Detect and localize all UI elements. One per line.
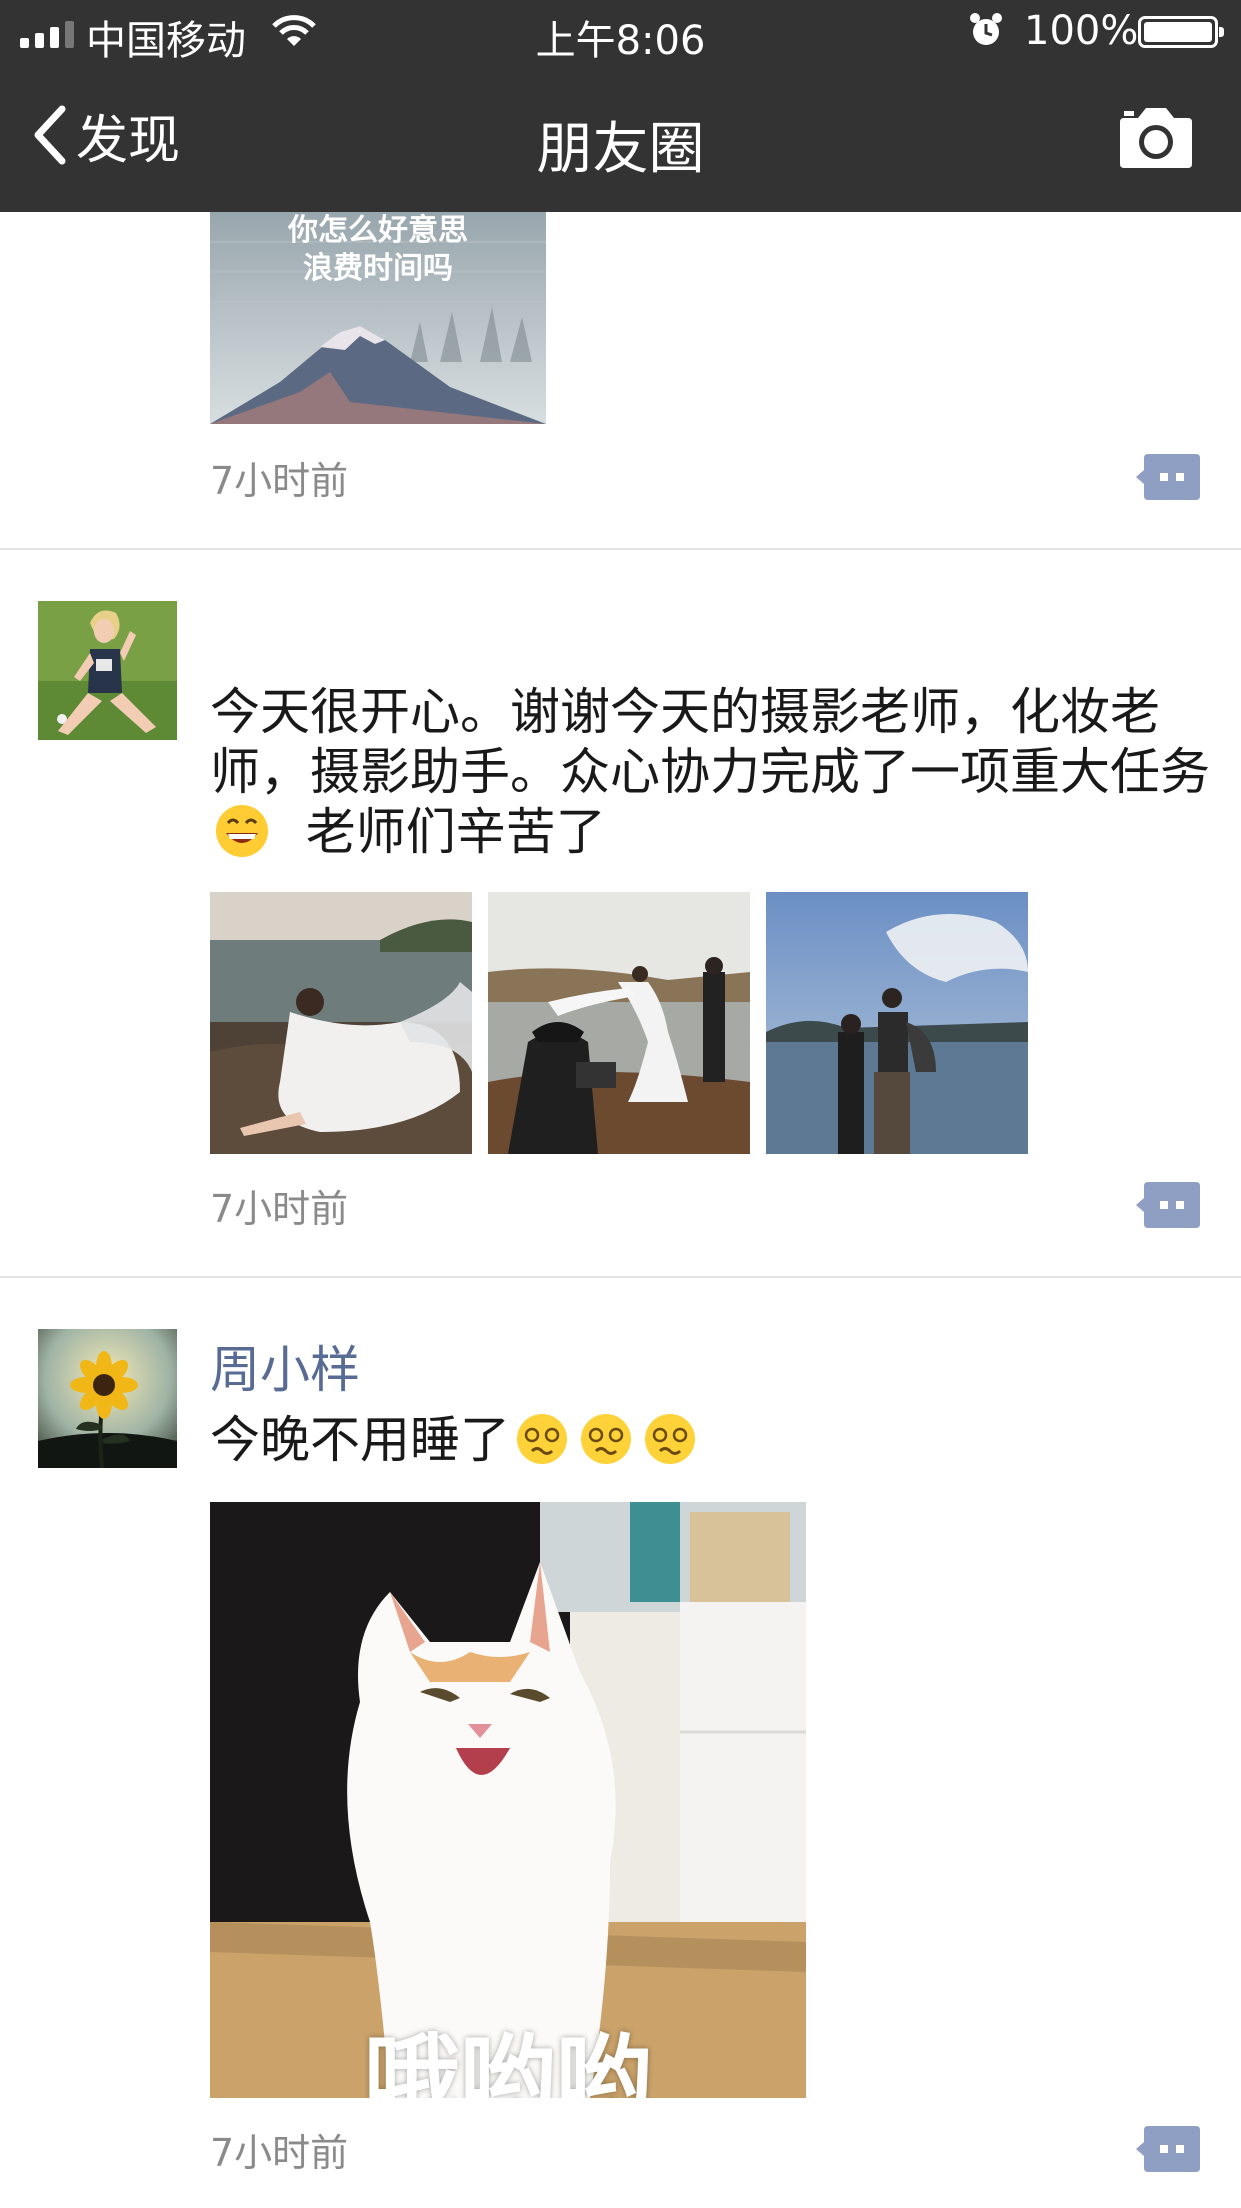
image-caption: 你怎么好意思 浪费时间吗 bbox=[210, 212, 546, 288]
alarm-icon bbox=[968, 12, 1004, 58]
avatar[interactable] bbox=[38, 601, 177, 740]
post-username[interactable]: 周小样 bbox=[210, 1330, 360, 1402]
post-time: 7小时前 bbox=[210, 1187, 349, 1231]
avatar[interactable] bbox=[38, 1329, 177, 1468]
dizzy-emoji bbox=[642, 1411, 698, 1467]
camera-icon bbox=[1120, 108, 1192, 168]
post-time: 7小时前 bbox=[210, 2131, 349, 2175]
post-image-mountain[interactable]: 你怎么好意思 浪费时间吗 bbox=[210, 212, 546, 424]
comment-button[interactable] bbox=[1136, 1182, 1200, 1228]
comment-icon bbox=[1136, 454, 1200, 500]
post-photo[interactable] bbox=[488, 892, 750, 1154]
post-text-part: 老师们辛苦了 bbox=[305, 803, 606, 861]
post-photo[interactable] bbox=[766, 892, 1028, 1154]
comment-button[interactable] bbox=[1136, 454, 1200, 500]
post-divider bbox=[0, 1276, 1241, 1278]
status-bar: 中国移动 上午8:06 100% bbox=[0, 0, 1241, 64]
comment-button[interactable] bbox=[1136, 2126, 1200, 2172]
image-caption-line: 浪费时间吗 bbox=[303, 251, 453, 286]
image-caption-line: 你怎么好意思 bbox=[288, 213, 468, 248]
post-photo[interactable] bbox=[210, 892, 472, 1154]
comment-icon bbox=[1136, 1182, 1200, 1228]
battery-percent: 100% bbox=[1024, 8, 1139, 54]
comment-icon bbox=[1136, 2126, 1200, 2172]
camera-button[interactable] bbox=[1116, 104, 1196, 172]
post-text: 今天很开心。谢谢今天的摄影老师，化妆老师，摄影助手。众心协力完成了一项重大任务 … bbox=[210, 682, 1210, 862]
page-title: 朋友圈 bbox=[536, 117, 705, 182]
moments-feed: 你怎么好意思 浪费时间吗 7小时前 今天很开心。谢谢今天的摄影老师，化妆老师，摄… bbox=[0, 212, 1241, 2208]
post-image-cat[interactable]: 哦哟哟 bbox=[210, 1502, 806, 2098]
dizzy-emoji bbox=[578, 1411, 634, 1467]
post-divider bbox=[0, 548, 1241, 550]
grin-emoji bbox=[214, 803, 270, 859]
post-time: 7小时前 bbox=[210, 459, 349, 503]
post-text: 今晚不用睡了 bbox=[210, 1410, 1210, 1470]
nav-bar: 发现 朋友圈 bbox=[0, 64, 1241, 212]
dizzy-emoji bbox=[514, 1411, 570, 1467]
battery-icon bbox=[1138, 16, 1224, 48]
post-text-part: 今天很开心。谢谢今天的摄影老师，化妆老师，摄影助手。众心协力完成了一项重大任务 bbox=[210, 683, 1210, 801]
image-caption: 哦哟哟 bbox=[364, 2024, 652, 2098]
post-text-part: 今晚不用睡了 bbox=[210, 1411, 510, 1469]
